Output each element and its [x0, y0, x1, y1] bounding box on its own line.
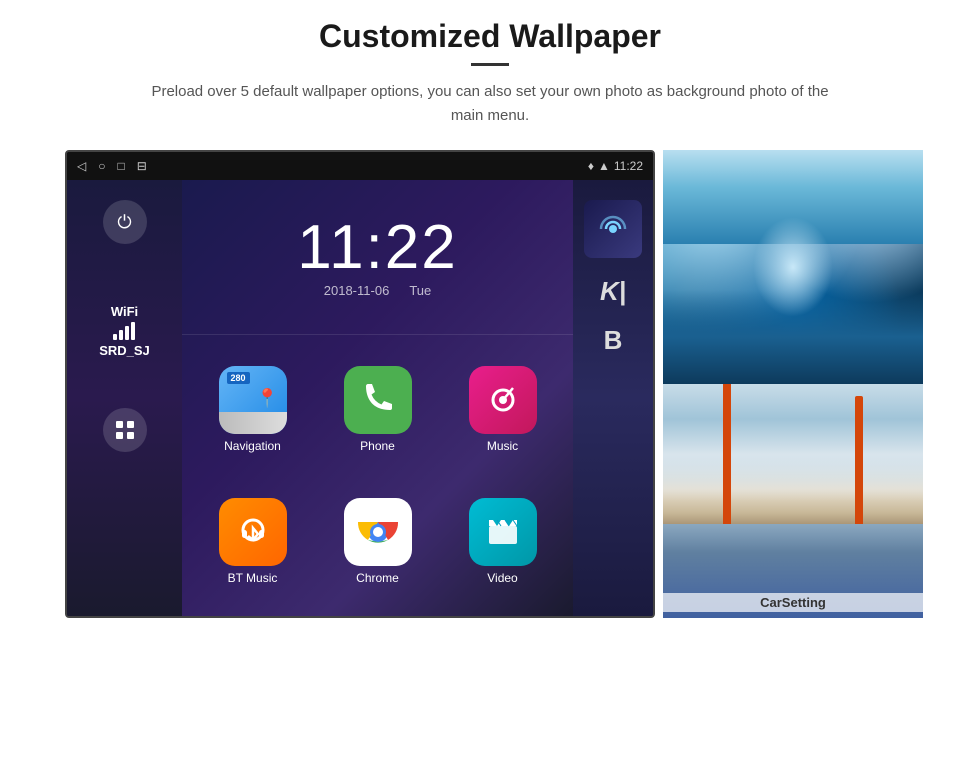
video-clapper-icon: [483, 512, 523, 552]
chrome-app-icon: [344, 498, 412, 566]
video-label: Video: [487, 571, 517, 585]
wifi-bar-4: [131, 322, 135, 340]
wallpaper-thumbnails: CarSetting: [663, 150, 923, 618]
apps-grid-button[interactable]: [103, 408, 147, 452]
sidebar: ⏻ WiFi SRD_SJ: [67, 180, 182, 616]
phone-app-icon: [344, 366, 412, 434]
navigation-label: Navigation: [224, 439, 281, 453]
status-bar-left: ◁ ○ □ ⊟: [77, 159, 147, 173]
wallpaper-car-setting[interactable]: CarSetting: [663, 384, 923, 618]
right-panel: K| B: [573, 180, 653, 616]
clock-day: Tue: [409, 283, 431, 298]
apps-grid: 280 📍 Navigation: [182, 335, 573, 616]
bridge-tower-1: [723, 384, 731, 524]
title-divider: [471, 63, 509, 66]
phone-label: Phone: [360, 439, 395, 453]
location-icon: ♦: [588, 159, 594, 173]
btmusic-label: BT Music: [228, 571, 278, 585]
recents-nav-icon[interactable]: □: [117, 159, 124, 173]
bridge-sky: [663, 384, 923, 501]
app-item-video[interactable]: Video: [444, 480, 561, 605]
k-icon: K|: [600, 276, 626, 307]
map-pin-icon: 📍: [256, 388, 278, 409]
wifi-bar-3: [125, 326, 129, 340]
clock-date: 2018-11-06 Tue: [324, 283, 431, 298]
home-nav-icon[interactable]: ○: [98, 159, 105, 173]
content-area: ◁ ○ □ ⊟ ♦ ▲ 11:22 ⏻ WiFi: [65, 150, 915, 618]
page-container: Customized Wallpaper Preload over 5 defa…: [0, 0, 980, 758]
video-app-icon: [469, 498, 537, 566]
car-setting-label: CarSetting: [663, 593, 923, 612]
screenshot-nav-icon[interactable]: ⊟: [137, 159, 147, 173]
center-panel: 11:22 2018-11-06 Tue 280: [182, 180, 573, 616]
bridge-scene-image: [663, 384, 923, 618]
music-note-icon: [483, 380, 523, 420]
back-nav-icon[interactable]: ◁: [77, 159, 86, 173]
navigation-app-icon: 280 📍: [219, 366, 287, 434]
phone-icon: [358, 380, 398, 420]
ice-glow: [753, 217, 833, 317]
bridge-tower-2: [855, 396, 863, 525]
wifi-bars: [113, 322, 135, 340]
signal-wave-icon: [596, 212, 630, 246]
music-label: Music: [487, 439, 518, 453]
status-bar: ◁ ○ □ ⊟ ♦ ▲ 11:22: [67, 152, 653, 180]
status-time: 11:22: [614, 159, 643, 173]
wallpaper-ice-cave[interactable]: [663, 150, 923, 384]
grid-icon: [114, 419, 136, 441]
android-screen: ◁ ○ □ ⊟ ♦ ▲ 11:22 ⏻ WiFi: [65, 150, 655, 618]
wifi-bar-1: [113, 334, 117, 340]
ice-cave-image: [663, 150, 923, 384]
wifi-bar-2: [119, 330, 123, 340]
app-item-phone[interactable]: Phone: [319, 347, 436, 472]
btmusic-app-icon: [219, 498, 287, 566]
status-bar-right: ♦ ▲ 11:22: [588, 159, 643, 173]
main-content: ⏻ WiFi SRD_SJ: [67, 180, 653, 616]
clock-area: 11:22 2018-11-06 Tue: [182, 180, 573, 335]
wifi-label: WiFi: [111, 304, 138, 319]
app-item-btmusic[interactable]: BT Music: [194, 480, 311, 605]
wifi-network: SRD_SJ: [99, 343, 150, 358]
wifi-signal-icon: ▲: [598, 159, 610, 173]
map-shield: 280: [227, 372, 250, 384]
b-icon: B: [604, 325, 623, 356]
app-item-chrome[interactable]: Chrome: [319, 480, 436, 605]
app-item-navigation[interactable]: 280 📍 Navigation: [194, 347, 311, 472]
map-road: [219, 412, 287, 434]
page-title: Customized Wallpaper: [319, 18, 661, 55]
bluetooth-headphones-icon: [233, 512, 273, 552]
app-item-music[interactable]: Music: [444, 347, 561, 472]
power-button[interactable]: ⏻: [103, 200, 147, 244]
chrome-label: Chrome: [356, 571, 399, 585]
music-app-icon: [469, 366, 537, 434]
wifi-info: WiFi SRD_SJ: [99, 304, 150, 358]
page-subtitle: Preload over 5 default wallpaper options…: [150, 80, 830, 128]
signal-icon-box: [584, 200, 642, 258]
chrome-icon: [352, 506, 404, 558]
clock-time: 11:22: [297, 217, 458, 279]
clock-date-value: 2018-11-06: [324, 283, 390, 298]
